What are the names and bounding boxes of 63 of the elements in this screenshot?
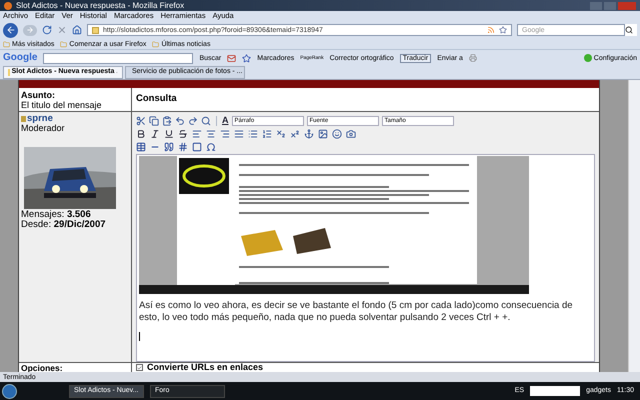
window-title: Slot Adictos - Nueva respuesta - Mozilla Firefox	[16, 2, 184, 10]
paste-icon[interactable]	[162, 116, 172, 126]
image-icon[interactable]	[318, 128, 328, 138]
text-cursor	[139, 332, 140, 341]
hash-icon[interactable]	[178, 142, 188, 152]
page-icon	[92, 26, 99, 34]
undo-icon[interactable]	[175, 116, 185, 126]
search-icon[interactable]	[625, 26, 633, 34]
post-count: Mensajes: 3.506	[21, 210, 92, 220]
star-icon[interactable]	[242, 54, 252, 62]
square-icon[interactable]	[192, 142, 202, 152]
star-icon[interactable]	[499, 26, 507, 34]
option-label: Convierte URLs en enlaces	[147, 363, 264, 372]
desktop-search-field[interactable]	[530, 386, 580, 396]
align-left-icon[interactable]	[192, 128, 202, 138]
start-button[interactable]	[2, 384, 17, 398]
anchor-icon[interactable]	[304, 128, 314, 138]
superscript-icon[interactable]	[290, 128, 300, 138]
copy-icon[interactable]	[149, 116, 159, 126]
table-icon[interactable]	[136, 142, 146, 152]
quote-icon[interactable]	[164, 142, 174, 152]
scrollbar[interactable]	[628, 80, 640, 372]
mail-icon[interactable]	[227, 54, 236, 62]
redo-icon[interactable]	[188, 116, 198, 126]
subject-hint: El titulo del mensaje	[21, 100, 103, 110]
strikethrough-icon[interactable]	[178, 128, 188, 138]
lock-icon	[21, 116, 26, 122]
home-icon[interactable]	[72, 25, 82, 35]
subscript-icon[interactable]	[276, 128, 286, 138]
member-since: Desde: 29/Dic/2007	[21, 220, 107, 230]
bullet-list-icon[interactable]	[248, 128, 258, 138]
back-arrow-icon	[6, 25, 16, 35]
printer-icon[interactable]	[468, 54, 477, 62]
numbered-list-icon[interactable]	[262, 128, 272, 138]
google-logo: Google	[3, 53, 38, 63]
align-center-icon[interactable]	[206, 128, 216, 138]
smiley-icon[interactable]	[332, 128, 342, 138]
reload-icon[interactable]	[42, 25, 52, 35]
omega-icon[interactable]	[206, 142, 216, 152]
align-right-icon[interactable]	[220, 128, 230, 138]
scissors-icon[interactable]	[136, 116, 146, 126]
subject-label: Asunto:	[21, 90, 56, 100]
find-icon[interactable]	[201, 116, 211, 126]
username[interactable]: sprne	[27, 114, 53, 124]
options-label: Opciones:	[21, 362, 63, 372]
back-button[interactable]	[3, 22, 18, 38]
folder-icon	[60, 40, 68, 48]
google-search-field[interactable]	[43, 52, 194, 64]
forward-arrow-icon	[26, 26, 34, 34]
checkbox[interactable]	[136, 364, 143, 371]
italic-icon[interactable]	[150, 128, 160, 138]
bold-icon[interactable]	[136, 128, 146, 138]
editor-area[interactable]: Así es como lo veo ahora, es decir se ve bastante el fondo (5 cm por cada lado)como consecuencia de esto, lo veo todo más pequeño, nada que no pueda solventar pulsando 2 veces Ctrl + +.	[136, 154, 595, 362]
font-color-button[interactable]: A	[222, 116, 228, 125]
rss-icon[interactable]	[487, 26, 495, 34]
user-role: Moderador	[21, 124, 66, 132]
underline-icon[interactable]	[164, 128, 174, 138]
camera-icon[interactable]	[346, 128, 356, 138]
justify-icon[interactable]	[234, 128, 244, 138]
folder-icon	[152, 40, 160, 48]
subject-field[interactable]: Consulta	[136, 92, 177, 107]
folder-icon	[3, 40, 10, 48]
body-text: Así es como lo veo ahora, es decir se ve bastante el fondo (5 cm por cada lado)como consecuencia de esto, lo veo todo más pequeño, nada que no pueda solventar pulsando 2 veces Ctrl + +.	[138, 300, 574, 324]
